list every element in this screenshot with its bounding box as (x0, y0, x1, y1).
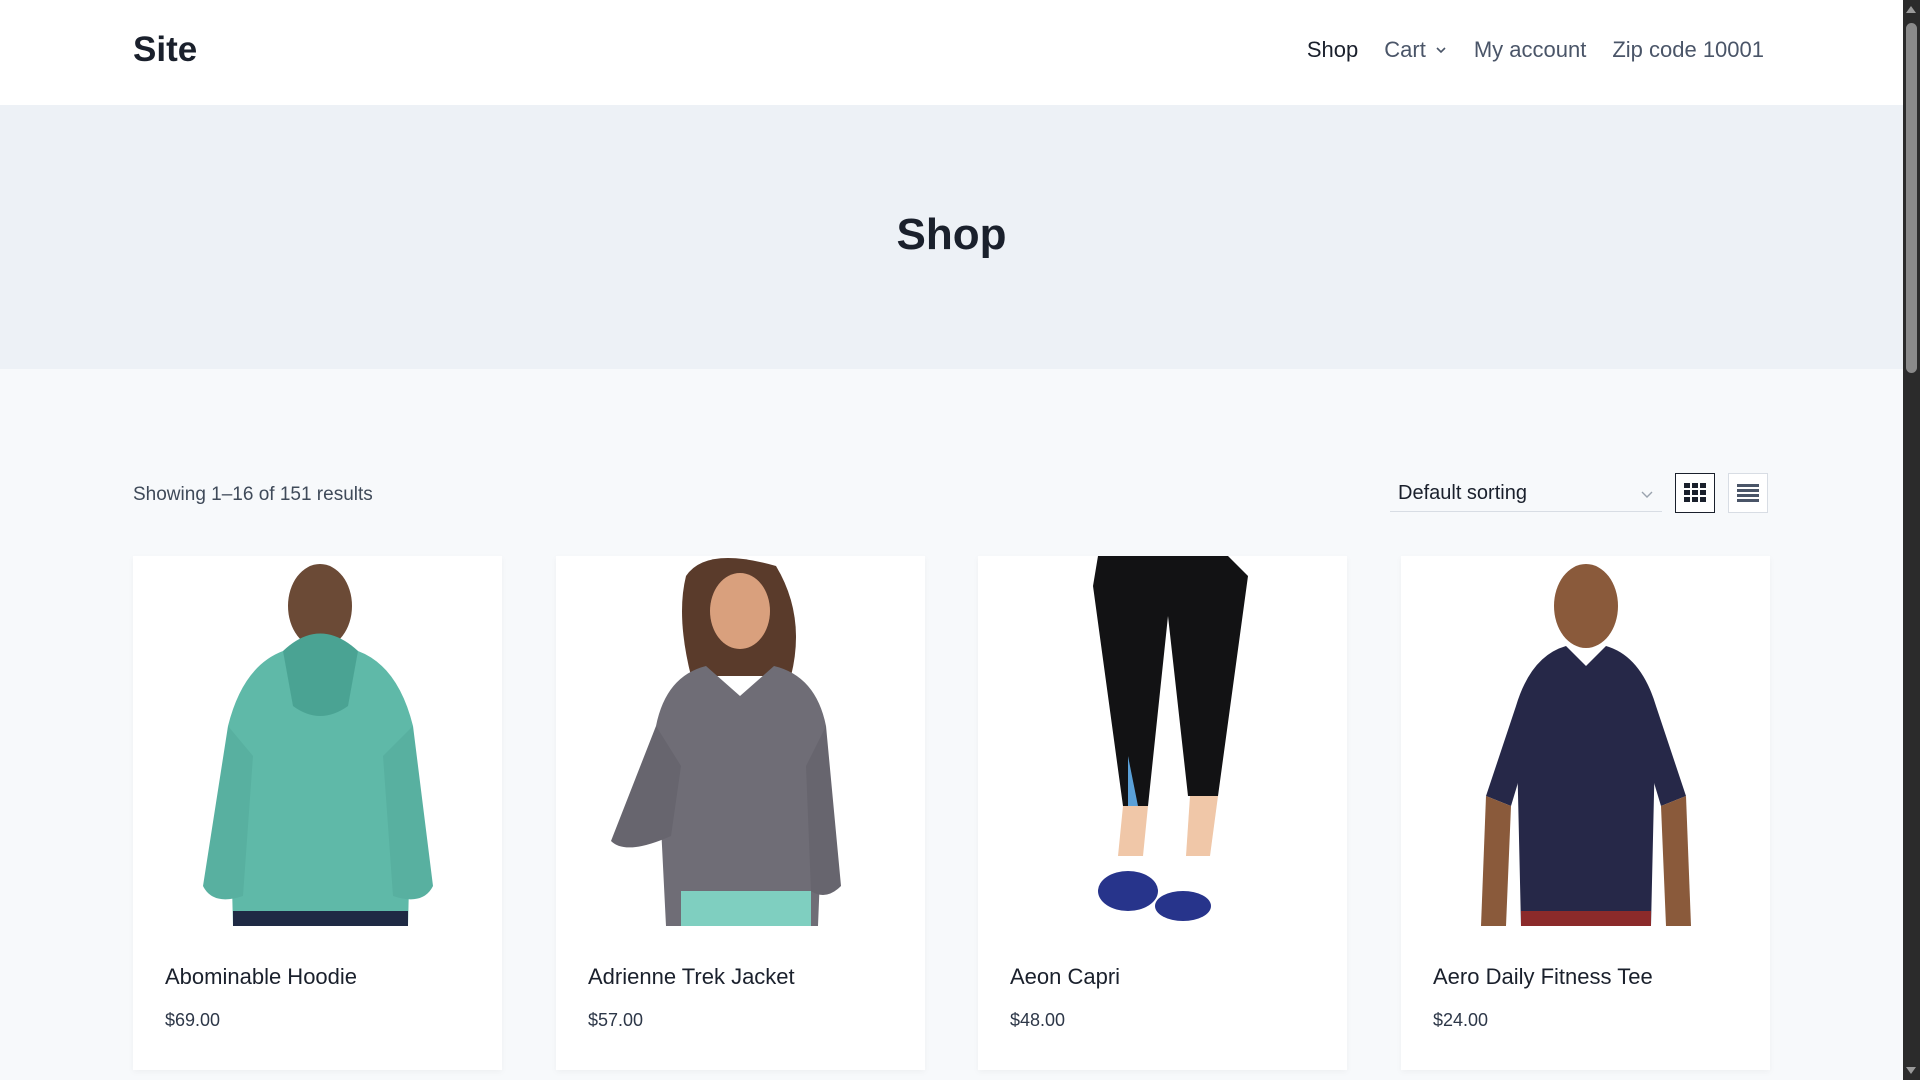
list-icon (1737, 484, 1759, 502)
grid-view-button[interactable] (1675, 473, 1715, 513)
product-name[interactable]: Aero Daily Fitness Tee (1433, 964, 1653, 990)
site-logo[interactable]: Site (133, 30, 197, 70)
product-grid: Abominable Hoodie $69.00 Adrienne Trek J… (133, 556, 1771, 1070)
product-name[interactable]: Abominable Hoodie (165, 964, 357, 990)
jacket-photo (556, 556, 925, 926)
sort-select[interactable]: Default sorting (1390, 476, 1662, 512)
product-image[interactable] (978, 556, 1347, 926)
nav-cart-label: Cart (1384, 37, 1426, 62)
result-count: Showing 1–16 of 151 results (133, 484, 373, 505)
hoodie-photo (133, 556, 502, 926)
main-nav: Shop Cart My account Zip code 10001 (1307, 37, 1764, 63)
nav-zip-code[interactable]: Zip code 10001 (1612, 37, 1764, 63)
page-hero: Shop (0, 105, 1903, 369)
nav-shop-label: Shop (1306, 37, 1359, 62)
product-card[interactable]: Abominable Hoodie $69.00 (133, 556, 502, 1070)
product-price: $24.00 (1433, 1010, 1489, 1030)
product-card[interactable]: Aero Daily Fitness Tee $24.00 (1401, 556, 1770, 1070)
list-view-button[interactable] (1728, 473, 1768, 513)
product-price: $48.00 (1010, 1010, 1066, 1030)
nav-shop[interactable]: Shop (1307, 37, 1358, 63)
nav-my-account[interactable]: My account (1474, 37, 1587, 63)
product-card[interactable]: Aeon Capri $48.00 (978, 556, 1347, 1070)
product-image[interactable] (556, 556, 925, 926)
product-image[interactable] (1401, 556, 1770, 926)
scrollbar-thumb[interactable] (1906, 23, 1917, 373)
product-price: $69.00 (165, 1010, 221, 1030)
grid-icon (1684, 483, 1706, 502)
tee-photo (1401, 556, 1770, 926)
product-card[interactable]: Adrienne Trek Jacket $57.00 (556, 556, 925, 1070)
scroll-down-arrow-icon[interactable] (1906, 1067, 1916, 1074)
nav-cart[interactable]: Cart (1384, 37, 1448, 63)
product-name[interactable]: Adrienne Trek Jacket (588, 964, 795, 990)
site-header: Site Shop Cart My account Zip code 10001 (0, 0, 1903, 105)
nav-zip-code-label: Zip code 10001 (1612, 37, 1764, 62)
nav-my-account-label: My account (1473, 37, 1587, 62)
page-title: Shop (896, 210, 1007, 259)
chevron-down-icon (1641, 491, 1653, 498)
capri-photo (978, 556, 1347, 926)
sort-selected-label: Default sorting (1398, 482, 1527, 504)
product-image[interactable] (133, 556, 502, 926)
product-name[interactable]: Aeon Capri (1010, 964, 1120, 990)
chevron-down-icon (1436, 47, 1446, 54)
vertical-scrollbar[interactable] (1903, 0, 1920, 1080)
product-price: $57.00 (588, 1010, 644, 1030)
scroll-up-arrow-icon[interactable] (1906, 6, 1916, 13)
